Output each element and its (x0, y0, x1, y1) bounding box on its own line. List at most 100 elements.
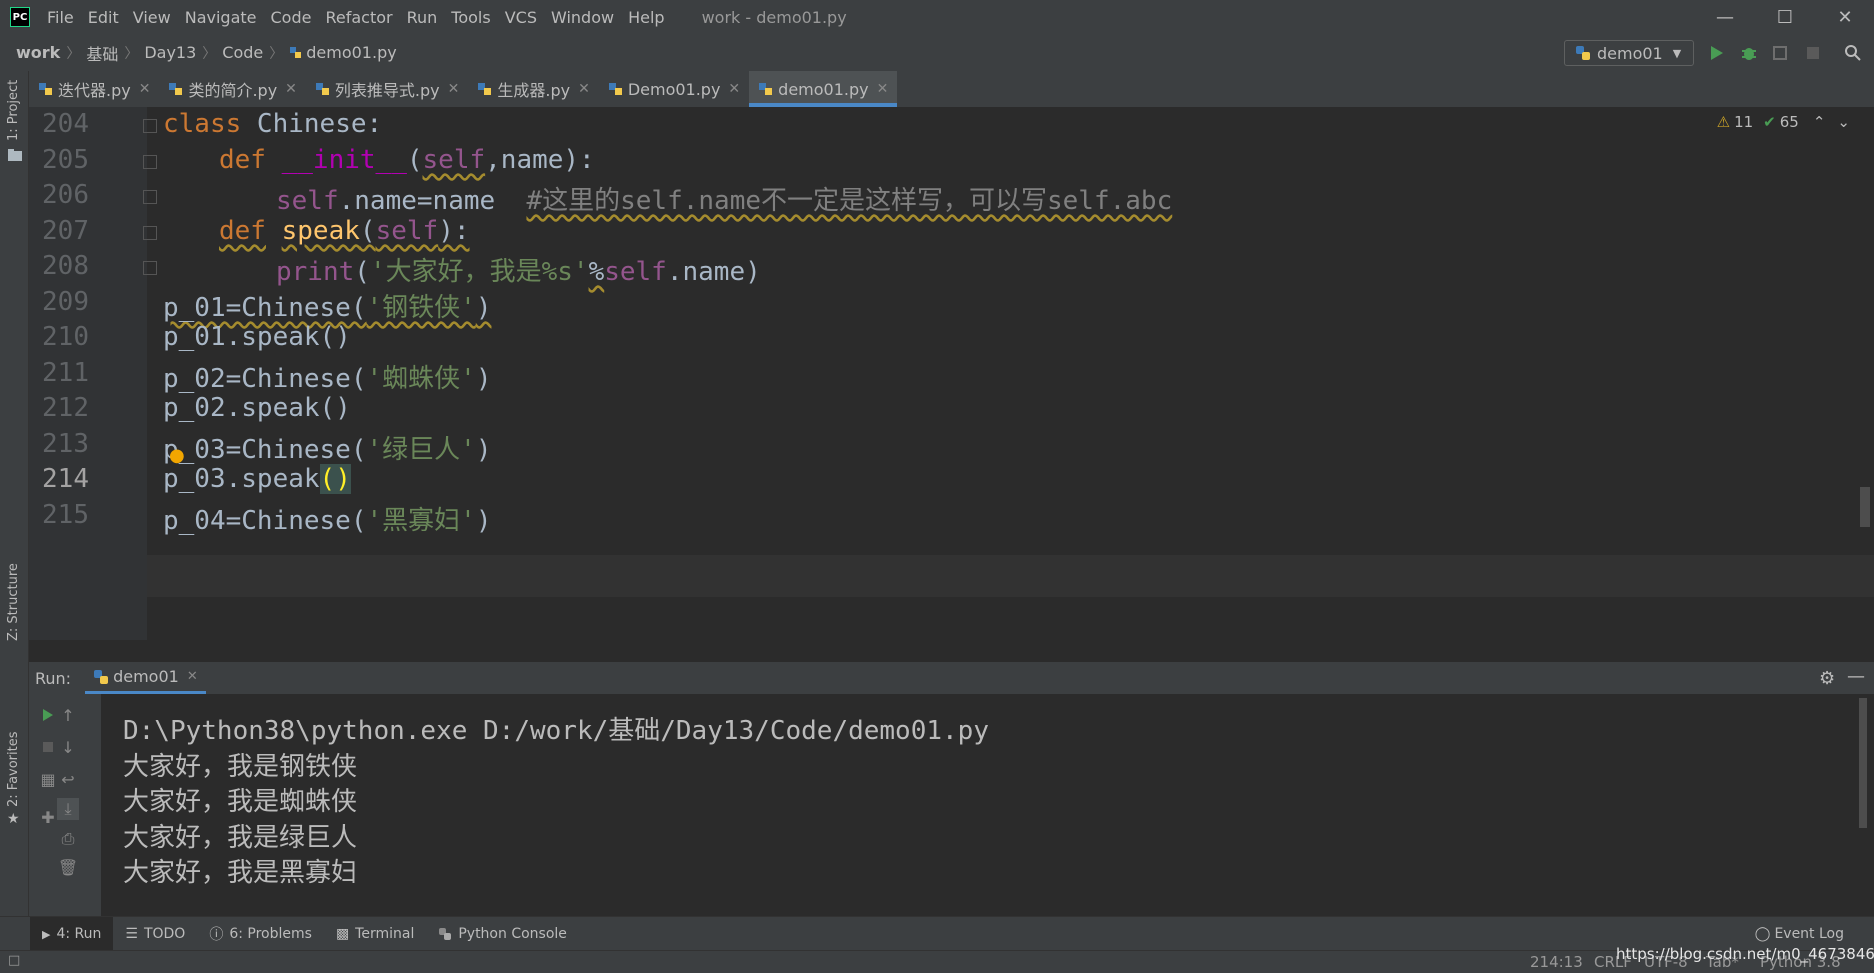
console-output[interactable]: D:\Python38\python.exe D:/work/基础/Day13/… (101, 694, 1874, 916)
menu-refactor[interactable]: Refactor (318, 8, 399, 27)
fold-marker-icon[interactable] (143, 190, 157, 204)
menu-view[interactable]: View (126, 8, 178, 27)
print-icon[interactable]: ⎙ (57, 828, 79, 850)
self-param: self (422, 145, 486, 175)
editor-scrollbar[interactable] (1860, 487, 1870, 527)
search-everywhere-button[interactable] (1842, 42, 1864, 64)
hide-panel-icon[interactable]: — (1847, 666, 1865, 687)
self-ref: self (276, 186, 339, 216)
menu-tools[interactable]: Tools (444, 8, 497, 27)
menu-edit[interactable]: Edit (81, 8, 126, 27)
run-config-label: demo01 (1597, 43, 1663, 63)
editor-tabs: 迭代器.py ✕ 类的简介.py ✕ 列表推导式.py ✕ 生成器.py ✕ Demo0… (29, 71, 1874, 108)
caret-position[interactable]: 214:13 (1530, 953, 1583, 971)
run-tool-button[interactable]: ▶ 4: Run (30, 917, 114, 951)
fold-marker-icon[interactable] (143, 226, 157, 240)
minimize-icon[interactable]: — (1696, 0, 1754, 34)
breadcrumb-jichu[interactable]: 基础 (86, 41, 118, 65)
code-token: .name=name (338, 186, 527, 216)
project-tool-button[interactable]: 1: Project (6, 80, 21, 141)
line-number: 209 (42, 287, 89, 317)
tab-diedaiqi[interactable]: 迭代器.py ✕ (29, 71, 159, 107)
chevron-up-icon[interactable]: ⌃ (1813, 113, 1826, 131)
toggle-tool-windows-icon[interactable]: □ (8, 953, 20, 968)
line-number: 213 (42, 429, 89, 459)
rerun-button[interactable] (37, 704, 59, 726)
soft-wrap-icon[interactable]: ↩ (57, 768, 79, 790)
python-file-icon (315, 83, 329, 95)
run-icon (1711, 46, 1723, 60)
close-tab-icon[interactable]: ✕ (285, 81, 297, 97)
inspection-widget[interactable]: ⚠ 11 ✔ 65 ⌃ ⌄ (1717, 113, 1850, 131)
layout-icon[interactable]: ▦ (37, 768, 59, 790)
breadcrumb-file[interactable]: demo01.py (289, 43, 397, 62)
up-arrow-icon[interactable]: ↑ (57, 704, 79, 726)
menu-window[interactable]: Window (544, 8, 621, 27)
menu-file[interactable]: File (40, 8, 81, 27)
stop-button[interactable] (1802, 42, 1824, 64)
breadcrumb-code[interactable]: Code (222, 43, 263, 62)
close-tab-icon[interactable]: ✕ (578, 81, 590, 97)
run-config-selector[interactable]: demo01 ▼ (1564, 40, 1694, 66)
tab-demo01-upper[interactable]: Demo01.py ✕ (599, 71, 749, 107)
line-number: 211 (42, 358, 89, 388)
problems-tool-button[interactable]: ⓘ 6: Problems (197, 917, 324, 951)
run-panel-toolbar: ↑ ↓ ▦ ↩ ⤓ ✚ ⎙ 🗑 (29, 694, 101, 916)
debug-button[interactable] (1738, 42, 1760, 64)
run-button[interactable] (1706, 42, 1728, 64)
keyword-def: def (219, 216, 266, 246)
fold-marker-icon[interactable] (143, 261, 157, 275)
terminal-tool-button[interactable]: ▩ Terminal (324, 917, 426, 951)
structure-tool-button[interactable]: Z: Structure (6, 563, 21, 641)
todo-tool-button[interactable]: ☰ TODO (113, 917, 197, 951)
event-log-icon: ◯ (1754, 926, 1771, 942)
close-window-icon[interactable]: ✕ (1816, 0, 1874, 34)
code-editor[interactable]: 203 204 205 206 207 208 209 210 211 212 … (29, 107, 1874, 640)
breadcrumb-day13[interactable]: Day13 (144, 43, 196, 62)
trash-icon[interactable]: 🗑 (57, 856, 79, 878)
stop-icon[interactable] (37, 736, 59, 758)
tab-leidejianjie[interactable]: 类的简介.py ✕ (159, 71, 305, 107)
maximize-icon[interactable]: ☐ (1756, 0, 1814, 34)
pycharm-logo-icon: PC (10, 7, 30, 27)
line-number: 207 (42, 216, 89, 246)
menu-run[interactable]: Run (400, 8, 445, 27)
console-scrollbar[interactable] (1859, 698, 1867, 828)
run-tab-demo01[interactable]: demo01 ✕ (85, 662, 206, 694)
chevron-down-icon[interactable]: ⌄ (1837, 113, 1850, 131)
menu-help[interactable]: Help (621, 8, 671, 27)
stop-icon (1807, 47, 1819, 59)
folder-icon (8, 149, 22, 161)
favorites-tool-button[interactable]: 2: Favorites (6, 731, 21, 807)
run-panel-label: Run: (35, 668, 72, 688)
tab-liebiaotuidaoshi[interactable]: 列表推导式.py ✕ (306, 71, 468, 107)
menu-vcs[interactable]: VCS (498, 8, 544, 27)
close-tab-icon[interactable]: ✕ (728, 81, 740, 97)
status-bar: □ 214:13 CRLF UTF-8 Tab* Python 3.8 http… (0, 945, 1874, 973)
pin-icon[interactable]: ✚ (37, 806, 59, 828)
down-arrow-icon[interactable]: ↓ (57, 736, 79, 758)
close-tab-icon[interactable]: ✕ (448, 81, 460, 97)
scroll-to-end-icon[interactable]: ⤓ (57, 798, 79, 820)
tool-window-bar: ▶ 4: Run ☰ TODO ⓘ 6: Problems ▩ Terminal Pyt… (0, 916, 1874, 951)
python-console-tool-button[interactable]: Python Console (426, 917, 579, 951)
settings-gear-icon[interactable]: ⚙ (1819, 668, 1835, 689)
close-tab-icon[interactable]: ✕ (139, 81, 151, 97)
close-tab-icon[interactable]: ✕ (877, 81, 889, 97)
close-tab-icon[interactable]: ✕ (187, 669, 198, 684)
intention-bulb-icon[interactable]: ● (169, 445, 185, 466)
method-name: __init__ (281, 145, 407, 175)
fold-marker-icon[interactable] (143, 119, 157, 133)
tab-demo01-active[interactable]: demo01.py ✕ (749, 71, 898, 107)
keyword-class: class (163, 109, 242, 139)
code-token: % (588, 257, 605, 287)
window-title: work - demo01.py (701, 7, 847, 27)
console-command: D:\Python38\python.exe D:/work/基础/Day13/… (123, 716, 989, 746)
menu-navigate[interactable]: Navigate (178, 8, 264, 27)
chevron-right-icon: 〉 (124, 45, 139, 62)
fold-marker-icon[interactable] (143, 155, 157, 169)
tab-shengchengqi[interactable]: 生成器.py ✕ (468, 71, 598, 107)
menu-code[interactable]: Code (264, 8, 319, 27)
coverage-button[interactable] (1770, 42, 1792, 64)
breadcrumb-work[interactable]: work (16, 43, 60, 62)
